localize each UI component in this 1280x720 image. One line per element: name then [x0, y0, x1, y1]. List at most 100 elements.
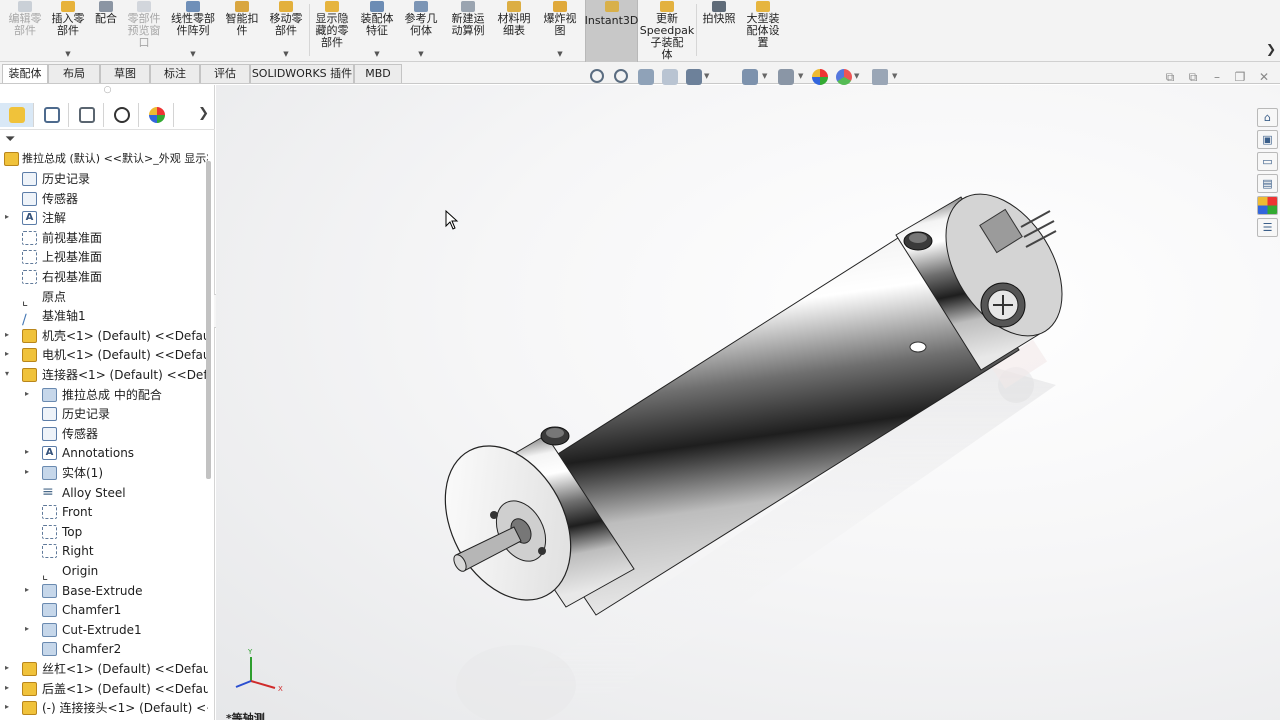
tile-right-icon[interactable]: ⧉	[1186, 70, 1200, 85]
exploded-view-dropdown-icon[interactable]: ▼	[557, 50, 562, 58]
assembly-feature-dropdown-icon[interactable]: ▼	[374, 50, 379, 58]
tree-item[interactable]: ▾ 连接器<1> (Default) <<Default	[0, 365, 208, 385]
tree-item[interactable]: Origin	[0, 561, 208, 581]
zoom-area-icon[interactable]	[614, 69, 628, 83]
linear-pattern-dropdown-icon[interactable]: ▼	[190, 50, 195, 58]
tab-mbd[interactable]: MBD	[354, 64, 402, 83]
reference-geometry-dropdown-icon[interactable]: ▼	[418, 50, 423, 58]
tab-solidworks-addins[interactable]: SOLIDWORKS 插件	[250, 64, 354, 83]
move-part-dropdown-icon[interactable]: ▼	[283, 50, 288, 58]
linear-pattern-button[interactable]: 线性零部 件阵列 ▼	[167, 0, 219, 62]
hud-dropdown-icon[interactable]: ▼	[892, 72, 897, 80]
panel-grip[interactable]: ○	[0, 85, 215, 101]
tab-assembly[interactable]: 装配体	[2, 64, 48, 83]
tree-item[interactable]: 原点	[0, 287, 208, 307]
tab-configuration-manager[interactable]	[70, 103, 104, 127]
design-library-icon[interactable]: ▣	[1257, 130, 1278, 149]
chevron-right-icon[interactable]: ❯	[198, 106, 209, 121]
expand-arrow-icon[interactable]: ▸	[5, 702, 13, 711]
tree-item[interactable]: Right	[0, 541, 208, 561]
tab-markup[interactable]: 标注	[150, 64, 200, 83]
tree-item[interactable]: ▸ 推拉总成 中的配合	[0, 385, 208, 405]
apply-scene-icon[interactable]	[836, 69, 852, 85]
large-assembly-button[interactable]: 大型装 配体设 置	[742, 0, 784, 62]
hud-dropdown-icon[interactable]: ▼	[854, 72, 859, 80]
close-icon[interactable]: ✕	[1257, 70, 1271, 84]
expand-arrow-icon[interactable]: ▸	[5, 349, 13, 358]
previous-view-icon[interactable]	[638, 69, 654, 85]
tree-item[interactable]: Alloy Steel	[0, 483, 208, 503]
tree-item[interactable]: Chamfer2	[0, 639, 208, 659]
filter-icon[interactable]: ⏷	[5, 132, 15, 147]
tree-item[interactable]: Top	[0, 522, 208, 542]
update-speedpak-button[interactable]: 更新 Speedpak 子装配 体	[640, 0, 694, 62]
expand-arrow-icon[interactable]: ▸	[25, 624, 33, 633]
zoom-to-fit-icon[interactable]	[590, 69, 604, 83]
edit-appearance-icon[interactable]	[812, 69, 828, 85]
appearances-icon[interactable]	[1257, 196, 1278, 215]
assembly-feature-button[interactable]: 装配体 特征 ▼	[356, 0, 398, 62]
minimize-icon[interactable]: –	[1210, 70, 1224, 84]
display-style-icon[interactable]	[778, 69, 794, 85]
home-icon[interactable]: ⌂	[1257, 108, 1278, 127]
instant3d-button[interactable]: Instant3D	[585, 0, 638, 62]
new-motion-study-button[interactable]: 新建运 动算例	[445, 0, 491, 62]
tab-evaluate[interactable]: 评估	[200, 64, 250, 83]
insert-part-button[interactable]: 插入零 部件 ▼	[48, 0, 88, 62]
expand-arrow-icon[interactable]: ▸	[5, 330, 13, 339]
hud-dropdown-icon[interactable]: ▼	[798, 72, 803, 80]
section-view-icon[interactable]	[662, 69, 678, 85]
tree-item[interactable]: 上视基准面	[0, 247, 208, 267]
tree-item[interactable]: ▸ 后盖<1> (Default) <<Default>_	[0, 679, 208, 699]
hud-dropdown-icon[interactable]: ▼	[762, 72, 767, 80]
tree-item[interactable]: ▸ 机壳<1> (Default) <<Default>_	[0, 326, 208, 346]
tree-item[interactable]: 前视基准面	[0, 228, 208, 248]
show-hidden-button[interactable]: 显示隐 藏的零 部件	[311, 0, 353, 62]
tile-left-icon[interactable]: ⧉	[1163, 70, 1177, 85]
restore-icon[interactable]: ❐	[1233, 70, 1247, 84]
expand-arrow-icon[interactable]: ▸	[25, 585, 33, 594]
tree-item[interactable]: 基准轴1	[0, 306, 208, 326]
exploded-view-button[interactable]: 爆炸视 图 ▼	[538, 0, 582, 62]
graphics-area[interactable]: Y X *等轴测	[216, 85, 1280, 720]
tree-item[interactable]: ▸ 丝杠<1> (Default) <<Default>_	[0, 659, 208, 679]
expand-arrow-icon[interactable]: ▸	[25, 447, 33, 456]
view-settings-icon[interactable]	[872, 69, 888, 85]
tree-item[interactable]: 传感器	[0, 424, 208, 444]
preview-window-button[interactable]: 零部件 预览窗 口	[123, 0, 165, 62]
dynamic-annotation-icon[interactable]	[686, 69, 702, 85]
tree-item[interactable]: ▸ Base-Extrude	[0, 581, 208, 601]
ribbon-scroll-right-icon[interactable]: ❯	[1266, 42, 1276, 56]
tab-display-manager[interactable]	[140, 103, 174, 127]
edit-part-button[interactable]: 编辑零 部件	[4, 0, 46, 62]
tree-item[interactable]: ▸ 电机<1> (Default) <<Default>_	[0, 345, 208, 365]
view-palette-icon[interactable]: ▤	[1257, 174, 1278, 193]
mate-button[interactable]: 配合	[90, 0, 122, 62]
expand-arrow-icon[interactable]: ▸	[5, 683, 13, 692]
tree-item[interactable]: 历史记录	[0, 169, 208, 189]
expand-arrow-icon[interactable]: ▸	[25, 467, 33, 476]
tree-root-assembly[interactable]: 推拉总成 (默认) <<默认>_外观 显示状态	[0, 149, 208, 169]
reference-geometry-button[interactable]: 参考几 何体 ▼	[400, 0, 442, 62]
tree-item[interactable]: 传感器	[0, 189, 208, 209]
tree-scrollbar[interactable]	[206, 161, 211, 479]
tree-item[interactable]: Chamfer1	[0, 600, 208, 620]
bom-button[interactable]: 材料明 细表	[493, 0, 535, 62]
tab-dimxpert-manager[interactable]	[105, 103, 139, 127]
tree-item[interactable]: ▸ (-) 连接接头<1> (Default) <<De	[0, 698, 208, 718]
file-explorer-icon[interactable]: ▭	[1257, 152, 1278, 171]
tab-feature-tree[interactable]	[0, 103, 34, 127]
snapshot-button[interactable]: 拍快照	[698, 0, 740, 62]
move-part-button[interactable]: 移动零 部件 ▼	[265, 0, 307, 62]
tab-layout[interactable]: 布局	[48, 64, 100, 83]
tab-property-manager[interactable]	[35, 103, 69, 127]
tree-filter-bar[interactable]: ⏷	[0, 129, 215, 151]
insert-part-dropdown-icon[interactable]: ▼	[65, 50, 70, 58]
expand-arrow-icon[interactable]: ▸	[5, 663, 13, 672]
collapse-arrow-icon[interactable]: ▾	[5, 369, 13, 378]
tree-item[interactable]: ▸ Annotations	[0, 443, 208, 463]
tree-item[interactable]: ▸ Cut-Extrude1	[0, 620, 208, 640]
expand-arrow-icon[interactable]: ▸	[5, 212, 13, 221]
smart-fastener-button[interactable]: 智能扣 件	[221, 0, 263, 62]
tree-item[interactable]: 右视基准面	[0, 267, 208, 287]
